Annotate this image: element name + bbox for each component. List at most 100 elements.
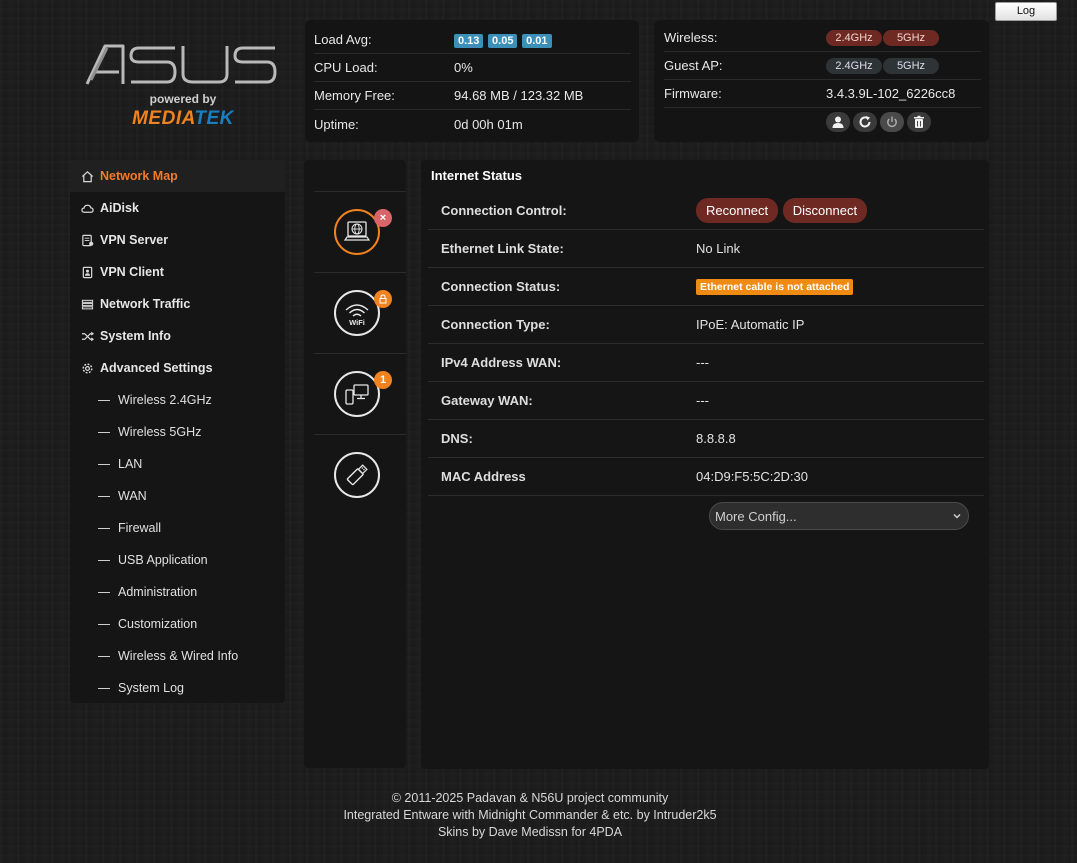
gateway-wan-row: Gateway WAN: --- [428, 382, 984, 420]
system-stats-panel: Load Avg: 0.13 0.05 0.01 CPU Load: 0% Me… [305, 20, 639, 142]
sidebar-subitem-firewall[interactable]: Firewall [70, 512, 285, 544]
guest-5ghz-toggle[interactable]: 5GHz [883, 57, 939, 74]
connection-control-row: Connection Control: Reconnect Disconnect [428, 192, 984, 230]
ethernet-link-value: No Link [696, 241, 741, 256]
connection-status-row: Connection Status: Ethernet cable is not… [428, 268, 984, 306]
gear-icon [80, 361, 94, 375]
usb-node[interactable] [314, 434, 406, 515]
internet-status-panel: Internet Status Connection Control: Reco… [421, 160, 989, 769]
gateway-wan-label: Gateway WAN: [441, 393, 533, 408]
powered-by-text: powered by [149, 92, 217, 106]
ipv4-wan-row: IPv4 Address WAN: --- [428, 344, 984, 382]
sidebar-item-vpn-client[interactable]: VPN Client [70, 256, 285, 288]
sidebar-subitem-usb-application[interactable]: USB Application [70, 544, 285, 576]
mediatek-logo: MEDIATEK [132, 108, 234, 129]
sidebar-subitem-label: Wireless 5GHz [118, 425, 202, 439]
ethernet-link-row: Ethernet Link State: No Link [428, 230, 984, 268]
more-config-select[interactable]: More Config... [709, 502, 969, 530]
cloud-icon [80, 201, 94, 215]
sidebar-item-label: Network Traffic [100, 297, 191, 311]
sidebar-item-system-info[interactable]: System Info [70, 320, 285, 352]
sidebar-subitem-label: Customization [118, 617, 198, 631]
usb-icon[interactable] [334, 452, 380, 498]
sidebar-subitem-label: WAN [118, 489, 147, 503]
sidebar-item-network-traffic[interactable]: Network Traffic [70, 288, 285, 320]
clients-node[interactable]: 1 [314, 353, 406, 434]
wireless-24ghz-toggle[interactable]: 2.4GHz [826, 29, 882, 46]
guest-24ghz-toggle[interactable]: 2.4GHz [826, 57, 882, 74]
sidebar-item-network-map[interactable]: Network Map [70, 160, 285, 192]
mac-address-value: 04:D9:F5:5C:2D:30 [696, 469, 809, 484]
cpu-load-label: CPU Load: [314, 60, 378, 75]
sidebar-item-label: Network Map [100, 169, 178, 183]
ipv4-wan-value: --- [696, 355, 709, 370]
sidebar-item-label: Advanced Settings [100, 361, 213, 375]
sidebar-subitem-label: LAN [118, 457, 143, 471]
sidebar-item-advanced-settings[interactable]: Advanced Settings [70, 352, 285, 384]
sidebar-item-vpn-server[interactable]: VPN Server [70, 224, 285, 256]
lock-icon [374, 290, 392, 308]
wireless-row: Wireless: 2.4GHz 5GHz [664, 24, 981, 52]
traffic-icon [80, 297, 94, 311]
vpn-server-icon [80, 233, 94, 247]
sidebar-subitem-wireless-5ghz[interactable]: Wireless 5GHz [70, 416, 285, 448]
sidebar-subitem-wireless-wired-info[interactable]: Wireless & Wired Info [70, 640, 285, 672]
sidebar-item-label: VPN Server [100, 233, 169, 247]
wifi-icon-label: WiFi [349, 318, 365, 327]
clients-count-badge: 1 [374, 371, 392, 389]
sidebar-subitem-lan[interactable]: LAN [70, 448, 285, 480]
sidebar-subitem-administration[interactable]: Administration [70, 576, 285, 608]
cpu-load-row: CPU Load: 0% [314, 54, 631, 82]
uptime-label: Uptime: [314, 116, 359, 132]
mac-address-row: MAC Address 04:D9:F5:5C:2D:30 [428, 458, 984, 496]
sidebar-subitem-label: System Log [118, 681, 185, 695]
trash-icon[interactable] [907, 112, 931, 132]
memory-free-value: 94.68 MB / 123.32 MB [454, 88, 584, 103]
firmware-label: Firmware: [664, 86, 722, 101]
home-icon [80, 169, 94, 183]
memory-free-label: Memory Free: [314, 88, 395, 103]
user-icon[interactable] [826, 112, 850, 132]
wireless-5ghz-toggle[interactable]: 5GHz [883, 29, 939, 46]
sidebar-subitem-wireless-24ghz[interactable]: Wireless 2.4GHz [70, 384, 285, 416]
network-map-icons: × WiFi 1 [304, 160, 406, 768]
refresh-icon[interactable] [853, 112, 877, 132]
wireless-panel: Wireless: 2.4GHz 5GHz Guest AP: 2.4GHz 5… [654, 20, 989, 142]
sidebar-subitem-label: USB Application [118, 553, 208, 567]
shuffle-icon [80, 329, 94, 343]
connection-control-label: Connection Control: [441, 203, 567, 218]
sidebar-item-label: VPN Client [100, 265, 164, 279]
wifi-node[interactable]: WiFi [314, 272, 406, 353]
connection-type-label: Connection Type: [441, 317, 550, 332]
internet-error-badge: × [374, 209, 392, 227]
sidebar-item-aidisk[interactable]: AiDisk [70, 192, 285, 224]
log-button[interactable]: Log [995, 2, 1057, 21]
sidebar-subitem-label: Wireless & Wired Info [118, 649, 239, 663]
dns-value: 8.8.8.8 [696, 431, 736, 446]
load-avg-15min: 0.01 [522, 33, 552, 48]
sidebar-item-label: System Info [100, 329, 171, 343]
guest-ap-label: Guest AP: [664, 58, 723, 73]
cpu-load-value: 0% [454, 60, 473, 75]
sidebar-subitem-customization[interactable]: Customization [70, 608, 285, 640]
power-icon[interactable] [880, 112, 904, 132]
internet-node[interactable]: × [314, 191, 406, 272]
connection-type-row: Connection Type: IPoE: Automatic IP [428, 306, 984, 344]
sidebar: Network Map AiDisk VPN Server VPN Client… [70, 160, 285, 703]
connection-type-value: IPoE: Automatic IP [696, 317, 805, 332]
more-config-label: More Config... [715, 508, 797, 524]
sidebar-subitem-label: Administration [118, 585, 198, 599]
internet-status-title: Internet Status [431, 168, 523, 183]
system-actions [664, 108, 981, 136]
footer-entware: Integrated Entware with Midnight Command… [343, 808, 717, 822]
memory-free-row: Memory Free: 94.68 MB / 123.32 MB [314, 82, 631, 110]
sidebar-subitem-wan[interactable]: WAN [70, 480, 285, 512]
load-avg-label: Load Avg: [314, 32, 372, 47]
disconnect-button[interactable]: Disconnect [782, 198, 868, 223]
reconnect-button[interactable]: Reconnect [696, 198, 779, 223]
sidebar-subitem-label: Firewall [118, 521, 162, 535]
gateway-wan-value: --- [696, 393, 709, 408]
sidebar-subitem-system-log[interactable]: System Log [70, 672, 285, 704]
sidebar-subitem-label: Wireless 2.4GHz [118, 393, 212, 407]
footer: © 2011-2025 Padavan & N56U project commu… [300, 790, 760, 841]
